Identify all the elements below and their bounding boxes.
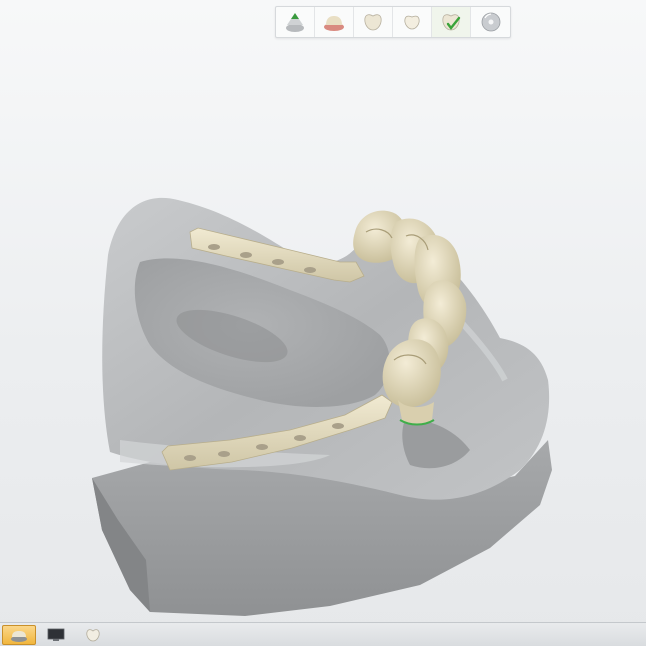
gingiva-icon (324, 16, 344, 31)
workflow-step-gingiva[interactable] (315, 7, 354, 37)
tooth-anatomy-icon (404, 15, 420, 30)
taskbar-button-monitor[interactable] (39, 625, 73, 645)
monitor-icon (47, 628, 65, 641)
crown-window-icon (86, 628, 100, 641)
workflow-toolbar (275, 6, 511, 38)
workflow-step-scan[interactable] (276, 7, 315, 37)
workflow-step-design[interactable] (432, 7, 471, 37)
taskbar-button-case[interactable] (2, 624, 36, 645)
dental-model-render[interactable] (0, 0, 646, 622)
dental-case-icon (11, 630, 27, 642)
taskbar-button-crown[interactable] (76, 625, 110, 645)
taskbar (0, 622, 646, 646)
scan-upload-icon (286, 13, 304, 32)
crown-icon (364, 14, 382, 31)
disc-icon (481, 12, 500, 32)
workflow-step-export[interactable] (471, 7, 510, 37)
tooth-check-icon (442, 14, 461, 31)
3d-viewport[interactable] (0, 0, 646, 622)
workflow-step-crown[interactable] (354, 7, 393, 37)
workflow-step-anatomy[interactable] (393, 7, 432, 37)
